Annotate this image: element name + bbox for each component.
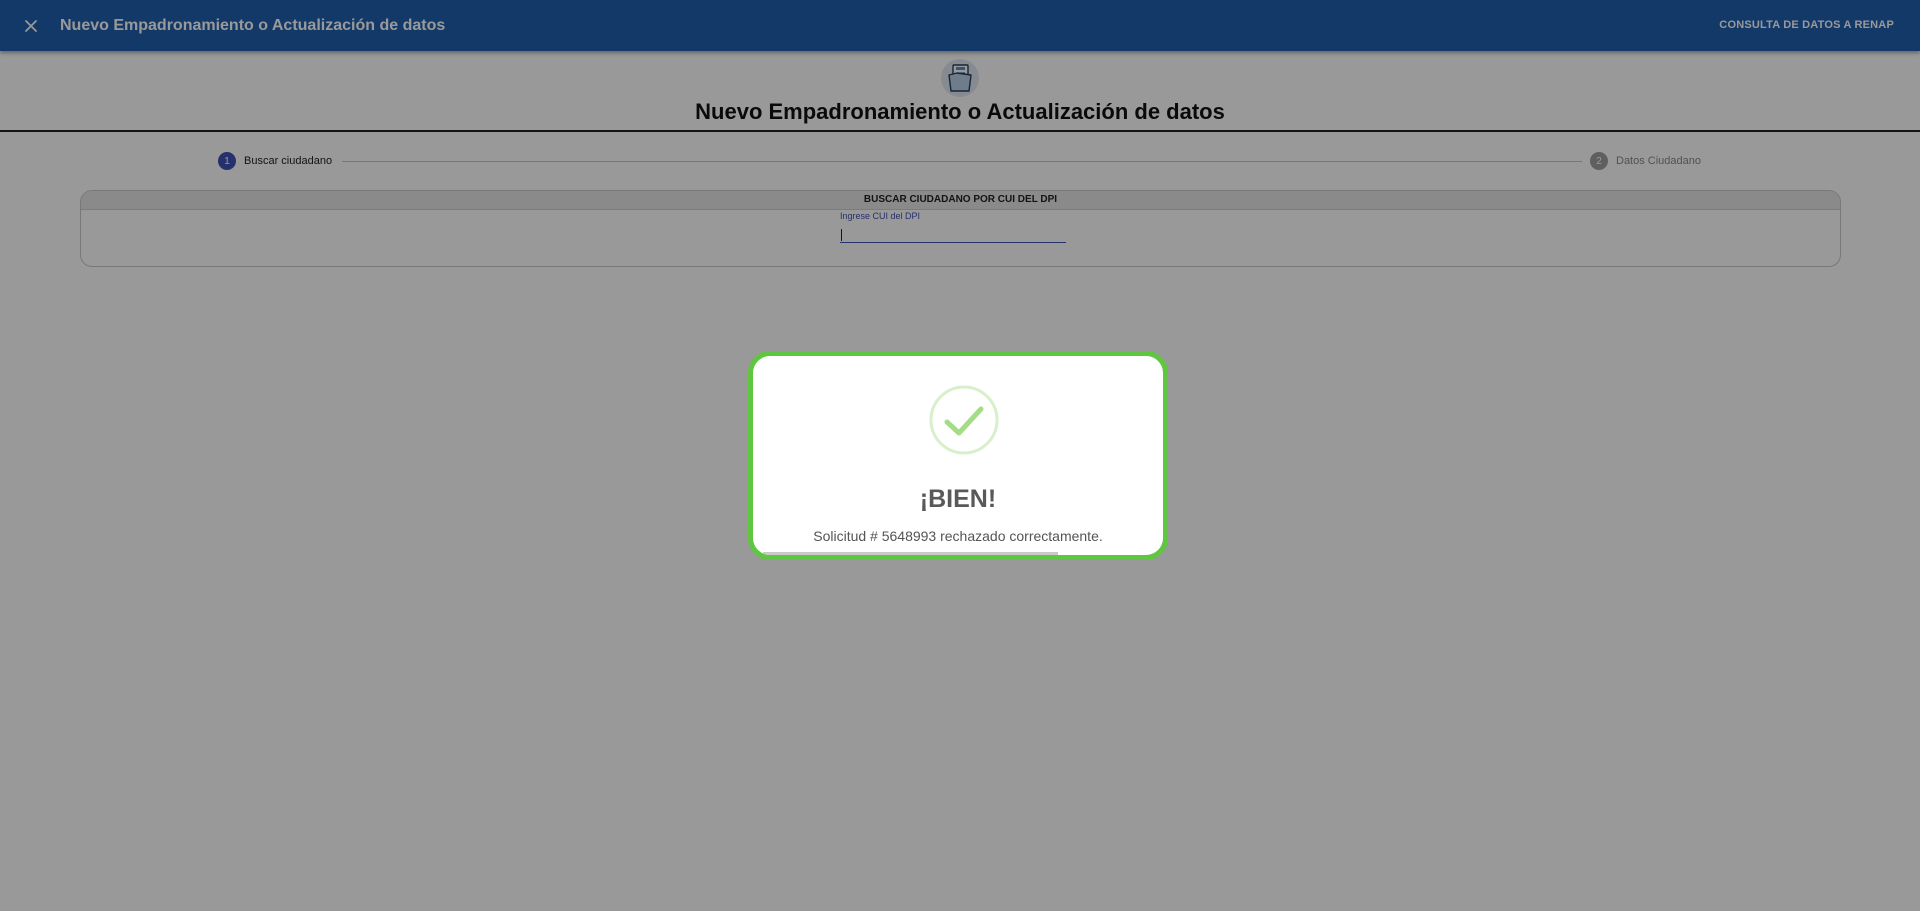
- success-check-icon: [929, 385, 999, 455]
- success-dialog: ¡BIEN! Solicitud # 5648993 rechazado cor…: [748, 351, 1168, 560]
- dialog-timer-progress: [763, 552, 1058, 555]
- dialog-message: Solicitud # 5648993 rechazado correctame…: [813, 528, 1103, 544]
- dialog-title: ¡BIEN!: [919, 485, 997, 513]
